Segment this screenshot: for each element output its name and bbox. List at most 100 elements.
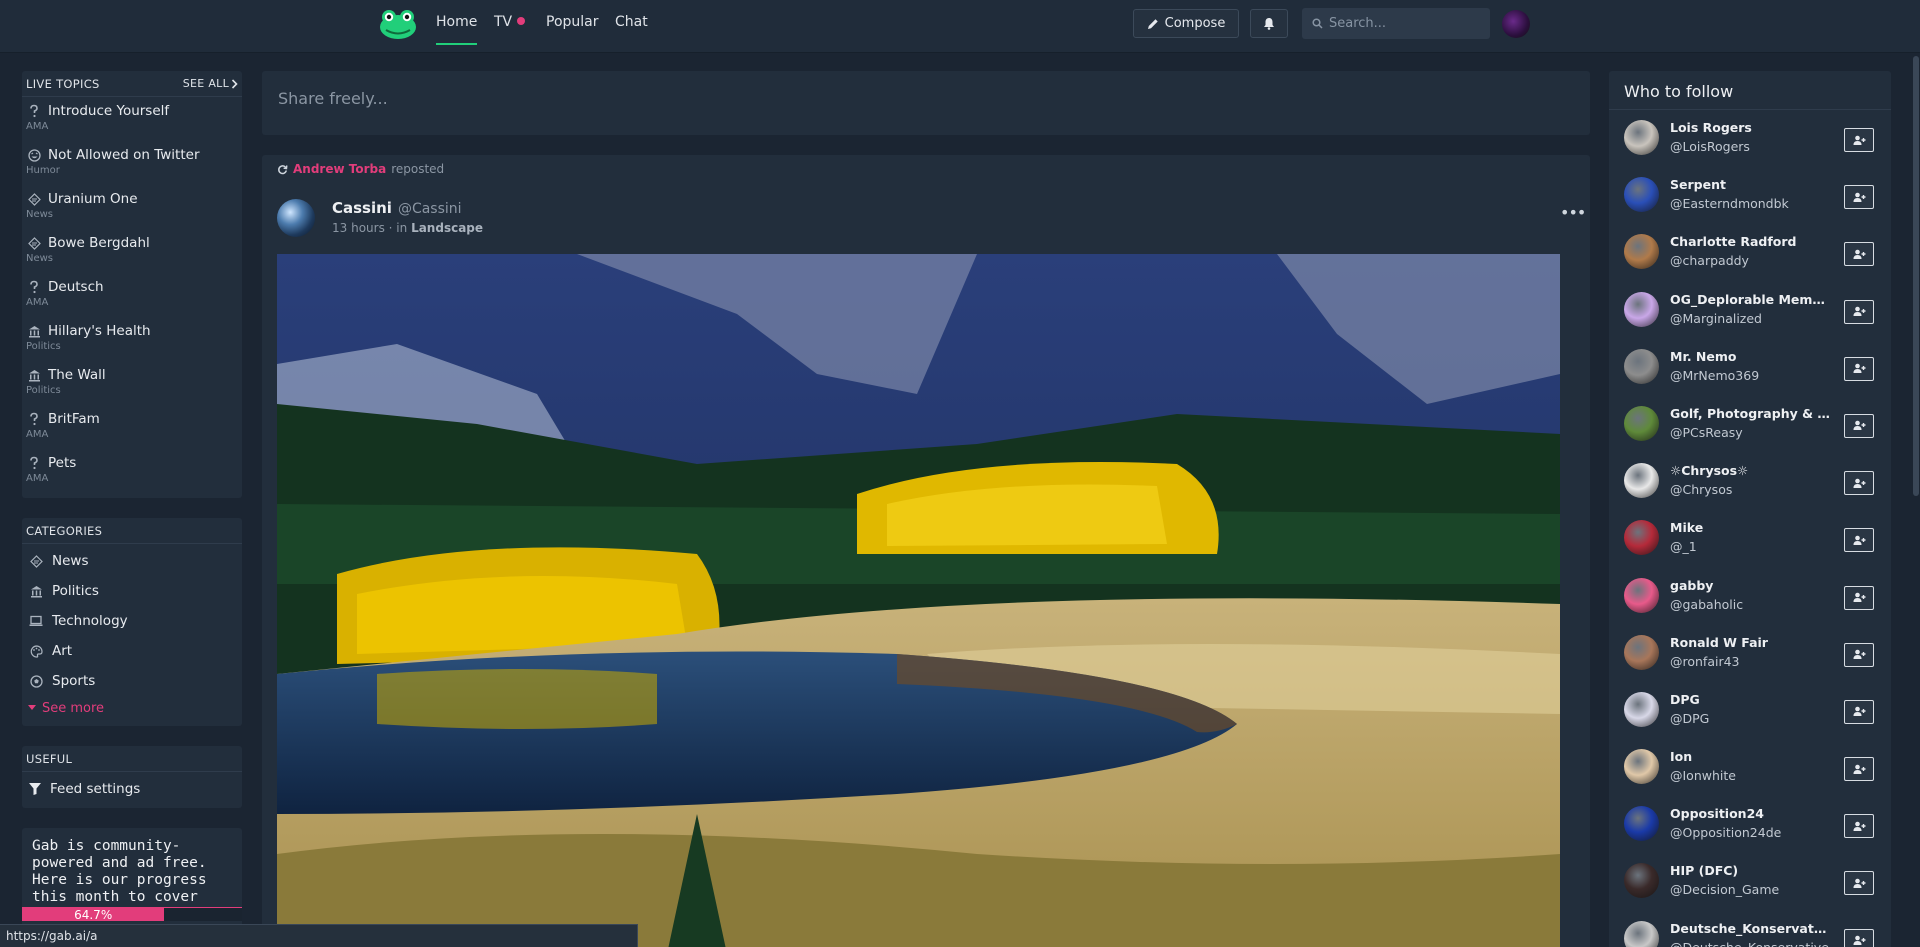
- suggestion-handle[interactable]: @Marginalized: [1670, 311, 1840, 326]
- suggestion-handle[interactable]: @MrNemo369: [1670, 368, 1840, 383]
- suggestion-handle[interactable]: @ronfair43: [1670, 654, 1840, 669]
- suggestion-name[interactable]: Serpent: [1670, 177, 1830, 192]
- suggestion-name[interactable]: HIP (DFC): [1670, 863, 1830, 878]
- see-all-link[interactable]: SEE ALL: [183, 77, 238, 90]
- follow-button[interactable]: [1844, 585, 1874, 610]
- live-topic-item[interactable]: Not Allowed on Twitter Humor: [22, 141, 242, 185]
- category-item-politics[interactable]: Politics: [22, 576, 242, 606]
- suggestion-name[interactable]: ☼Chrysos☼: [1670, 463, 1830, 478]
- live-topic-item[interactable]: Introduce Yourself AMA: [22, 97, 242, 141]
- suggestion-handle[interactable]: @_1: [1670, 539, 1840, 554]
- suggestion-name[interactable]: DPG: [1670, 692, 1830, 707]
- suggestion-name[interactable]: Ronald W Fair: [1670, 635, 1830, 650]
- nav-home[interactable]: Home: [436, 14, 478, 45]
- suggestion-name[interactable]: Ion: [1670, 749, 1830, 764]
- follow-button[interactable]: [1844, 642, 1874, 667]
- suggestion-handle[interactable]: @LoisRogers: [1670, 139, 1840, 154]
- suggestion-avatar[interactable]: [1624, 177, 1659, 213]
- suggestion-name[interactable]: Charlotte Radford: [1670, 234, 1830, 249]
- live-topic-item[interactable]: Bowe Bergdahl News: [22, 229, 242, 273]
- suggestion-handle[interactable]: @Decision_Game: [1670, 882, 1840, 897]
- suggestion-avatar[interactable]: [1624, 806, 1659, 842]
- suggestion-handle[interactable]: @Chrysos: [1670, 482, 1840, 497]
- suggestion-avatar[interactable]: [1624, 120, 1659, 155]
- follow-button[interactable]: [1844, 471, 1874, 496]
- category-item-sports[interactable]: Sports: [22, 666, 242, 696]
- suggestion-name[interactable]: Mike: [1670, 520, 1830, 535]
- live-topic-item[interactable]: Pets AMA: [22, 449, 242, 493]
- suggestion-name[interactable]: OG_Deplorable Membe...: [1670, 292, 1830, 307]
- search-box[interactable]: [1302, 8, 1490, 39]
- notifications-button[interactable]: [1250, 9, 1288, 38]
- suggestion-handle[interactable]: @gabaholic: [1670, 597, 1840, 612]
- nav-chat[interactable]: Chat: [615, 14, 648, 44]
- category-item-art[interactable]: Art: [22, 636, 242, 666]
- live-topic-item[interactable]: Hillary's Health Politics: [22, 317, 242, 361]
- live-topic-item[interactable]: The Wall Politics: [22, 361, 242, 405]
- suggestion-handle[interactable]: @Easterndmondbk: [1670, 196, 1840, 211]
- suggestion-name[interactable]: Mr. Nemo: [1670, 349, 1830, 364]
- post-options-button[interactable]: •••: [1560, 203, 1586, 222]
- suggestion-handle[interactable]: @Deutsche_Konservative: [1670, 940, 1840, 947]
- suggestion-avatar[interactable]: [1624, 234, 1659, 270]
- post-image[interactable]: [277, 254, 1560, 947]
- follow-button[interactable]: [1844, 128, 1874, 152]
- suggestion-avatar[interactable]: [1624, 520, 1659, 556]
- post-author-name[interactable]: Cassini: [332, 199, 392, 217]
- suggestion-name[interactable]: Deutsche_Konservative...: [1670, 921, 1830, 936]
- follow-button[interactable]: [1844, 757, 1874, 782]
- follow-button[interactable]: [1844, 299, 1874, 324]
- suggestion-avatar[interactable]: [1624, 749, 1659, 785]
- live-topic-item[interactable]: Deutsch AMA: [22, 273, 242, 317]
- suggestion-avatar[interactable]: [1624, 863, 1659, 899]
- suggestion-avatar[interactable]: [1624, 634, 1659, 670]
- live-topic-category: News: [26, 209, 54, 220]
- post-group-link[interactable]: Landscape: [411, 221, 483, 235]
- suggestion-name[interactable]: Golf, Photography & PCs: [1670, 406, 1830, 421]
- follow-button[interactable]: [1844, 928, 1874, 947]
- suggestion-avatar[interactable]: [1624, 463, 1659, 499]
- follow-button[interactable]: [1844, 814, 1874, 839]
- category-item-news[interactable]: News: [22, 546, 242, 576]
- nav-popular[interactable]: Popular: [546, 14, 599, 44]
- follow-button[interactable]: [1844, 185, 1874, 210]
- suggestion-name[interactable]: Opposition24: [1670, 806, 1830, 821]
- page-scrollbar-thumb[interactable]: [1913, 56, 1919, 496]
- follow-button[interactable]: [1844, 699, 1874, 724]
- nav-tv[interactable]: TV: [494, 14, 526, 44]
- suggestion-name[interactable]: gabby: [1670, 578, 1830, 593]
- follow-button[interactable]: [1844, 528, 1874, 553]
- feed-settings-link[interactable]: Feed settings: [22, 772, 242, 806]
- follow-button[interactable]: [1844, 871, 1874, 896]
- follow-button[interactable]: [1844, 356, 1874, 381]
- compose-button[interactable]: Compose: [1133, 9, 1239, 38]
- suggestion-handle[interactable]: @PCsReasy: [1670, 425, 1840, 440]
- category-item-technology[interactable]: Technology: [22, 606, 242, 636]
- suggestion-avatar[interactable]: [1624, 920, 1659, 947]
- suggestion-avatar[interactable]: [1624, 691, 1659, 727]
- suggestion-handle[interactable]: @DPG: [1670, 711, 1840, 726]
- suggestion-avatar[interactable]: [1624, 291, 1659, 327]
- suggestion-handle[interactable]: @charpaddy: [1670, 253, 1840, 268]
- user-avatar[interactable]: [1502, 10, 1530, 38]
- suggestion-handle[interactable]: @Opposition24de: [1670, 825, 1840, 840]
- post-time[interactable]: 13 hours: [332, 221, 385, 235]
- reposter-name[interactable]: Andrew Torba: [293, 162, 386, 176]
- share-composer[interactable]: Share freely...: [262, 71, 1590, 135]
- suggestion-name[interactable]: Lois Rogers: [1670, 120, 1830, 135]
- suggestion-avatar[interactable]: [1624, 348, 1659, 384]
- live-topic-item[interactable]: Uranium One News: [22, 185, 242, 229]
- post-author-handle[interactable]: @Cassini: [398, 201, 462, 217]
- follow-button[interactable]: [1844, 242, 1874, 267]
- suggestion-avatar[interactable]: [1624, 405, 1659, 441]
- post-author-avatar[interactable]: [277, 199, 315, 237]
- suggestion-avatar[interactable]: [1624, 577, 1659, 613]
- follow-button[interactable]: [1844, 413, 1874, 438]
- see-more-link[interactable]: See more: [22, 696, 242, 720]
- suggestion-handle[interactable]: @Ionwhite: [1670, 768, 1840, 783]
- search-input[interactable]: [1329, 16, 1479, 31]
- useful-title: USEFUL: [26, 751, 73, 766]
- live-topic-title: Uranium One: [48, 191, 138, 207]
- gab-frog-logo-icon[interactable]: [378, 8, 418, 40]
- live-topic-item[interactable]: BritFam AMA: [22, 405, 242, 449]
